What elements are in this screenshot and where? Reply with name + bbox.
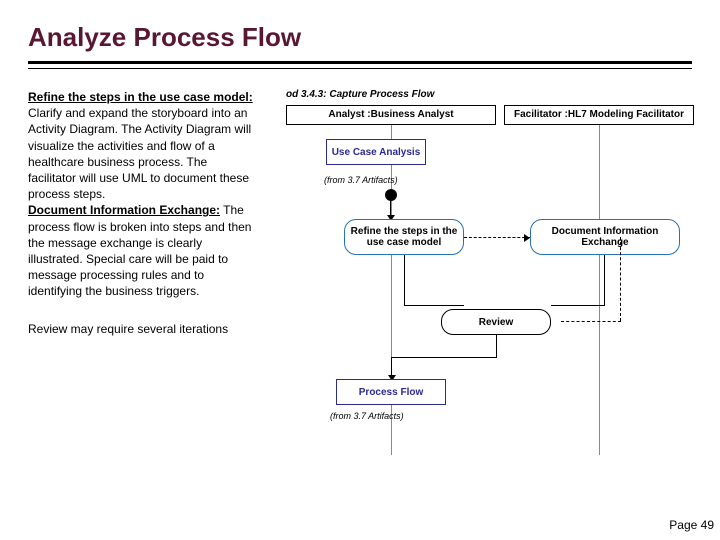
diagram-caption: od 3.4.3: Capture Process Flow [286,89,434,100]
edge [404,305,464,306]
edge [404,255,405,305]
node-review: Review [441,309,551,335]
node-process-flow: Process Flow [336,379,446,405]
edge [551,305,605,306]
edge [391,357,497,358]
para1-body: Clarify and expand the storyboard into a… [28,106,251,201]
edge [496,335,497,357]
page-number: Page 49 [669,518,714,532]
edge-dashed [464,237,530,238]
start-node-icon [385,189,397,201]
edge-dashed [561,321,621,322]
lane-divider-b [599,125,600,455]
page-title: Analyze Process Flow [28,22,692,53]
footnote: Review may require several iterations [28,321,258,337]
arrow-right-icon [524,234,530,242]
artifact-note-1: (from 3.7 Artifacts) [324,175,398,185]
swimlane-analyst: Analyst :Business Analyst [286,105,496,125]
title-rule-thick [28,61,692,64]
node-refine-steps: Refine the steps in the use case model [344,219,464,255]
artifact-note-2: (from 3.7 Artifacts) [330,411,404,421]
content-row: Refine the steps in the use case model: … [28,89,692,459]
body-text: Refine the steps in the use case model: … [28,89,258,459]
node-document-exchange: Document Information Exchange [530,219,680,255]
edge [604,255,605,305]
para2-body: The process flow is broken into steps an… [28,203,251,298]
edge-dashed [620,237,621,321]
para2-label: Document Information Exchange: [28,203,220,217]
title-rule-thin [28,68,692,69]
node-use-case-analysis: Use Case Analysis [326,139,426,165]
activity-diagram: od 3.4.3: Capture Process Flow Analyst :… [276,89,692,459]
para1-label: Refine the steps in the use case model: [28,90,253,104]
swimlane-facilitator: Facilitator :HL7 Modeling Facilitator [504,105,694,125]
